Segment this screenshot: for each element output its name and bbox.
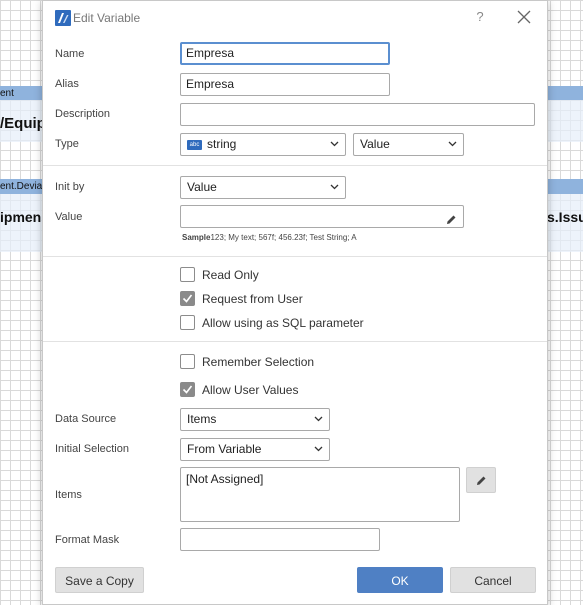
string-type-icon: abc [187,139,202,150]
save-a-copy-button[interactable]: Save a Copy [55,567,144,593]
background-fragment-5: s.Issu [547,209,583,225]
alias-field[interactable]: Empresa [180,73,390,96]
initial-selection-label: Initial Selection [55,443,129,455]
background-fragment-1: ent [0,88,14,99]
value-label: Value [55,211,83,223]
app-logo-icon [55,10,71,26]
section-divider [43,256,547,257]
sample-bold-label: Sample [182,233,211,242]
request-from-user-checkbox[interactable] [180,291,195,306]
read-only-label: Read Only [202,268,259,282]
background-fragment-3: ent.Devia [0,181,43,192]
dialog-title: Edit Variable [73,11,141,25]
section-divider [43,341,547,342]
type-mode-select[interactable]: Value [353,133,464,156]
checkmark-icon [182,294,193,303]
ok-button[interactable]: OK [357,567,443,593]
chevron-down-icon [314,416,323,422]
remember-selection-option[interactable]: Remember Selection [180,353,380,371]
format-mask-label: Format Mask [55,534,120,546]
close-icon[interactable] [515,8,533,26]
description-field[interactable] [180,103,535,126]
remember-selection-checkbox[interactable] [180,354,195,369]
read-only-checkbox[interactable] [180,267,195,282]
type-mode-value: Value [360,137,390,151]
name-field[interactable]: Empresa [180,42,390,65]
format-mask-field[interactable] [180,528,380,551]
init-by-select[interactable]: Value [180,176,346,199]
value-field[interactable] [180,205,464,228]
chevron-down-icon [330,184,339,190]
cancel-button[interactable]: Cancel [450,567,536,593]
init-by-value: Value [187,180,217,194]
allow-sql-parameter-option[interactable]: Allow using as SQL parameter [180,314,420,332]
remember-selection-label: Remember Selection [202,355,315,369]
initial-selection-value: From Variable [187,442,262,456]
items-field[interactable]: [Not Assigned] [180,467,460,522]
edit-items-button[interactable] [466,467,496,493]
pencil-icon [476,475,487,486]
items-label: Items [55,489,82,501]
chevron-down-icon [330,141,339,147]
data-source-value: Items [187,412,217,426]
allow-user-values-option[interactable]: Allow User Values [180,381,380,399]
init-by-label: Init by [55,181,85,193]
type-select-value: string [207,137,237,151]
chevron-down-icon [314,446,323,452]
edit-variable-dialog: Edit Variable ? Name Empresa Alias Empre… [42,0,548,605]
name-label: Name [55,48,85,60]
alias-label: Alias [55,78,79,90]
allow-sql-parameter-label: Allow using as SQL parameter [202,316,364,330]
help-icon[interactable]: ? [471,8,489,26]
type-select[interactable]: abc string [180,133,346,156]
allow-user-values-checkbox[interactable] [180,382,195,397]
section-divider [43,165,547,166]
pencil-icon[interactable] [446,211,457,224]
read-only-option[interactable]: Read Only [180,266,380,284]
description-label: Description [55,108,111,120]
chevron-down-icon [448,141,457,147]
allow-user-values-label: Allow User Values [202,383,299,397]
allow-sql-parameter-checkbox[interactable] [180,315,195,330]
type-label: Type [55,138,79,150]
background-fragment-4: ipmen [0,209,42,225]
data-source-select[interactable]: Items [180,408,330,431]
value-sample-hint: Sample123; My text; 567f; 456.23f; Test … [182,233,357,242]
sample-values: 123; My text; 567f; 456.23f; Test String… [210,233,357,242]
request-from-user-option[interactable]: Request from User [180,290,380,308]
initial-selection-select[interactable]: From Variable [180,438,330,461]
data-source-label: Data Source [55,413,117,425]
title-bar[interactable]: Edit Variable ? [43,1,547,35]
request-from-user-label: Request from User [202,292,303,306]
checkmark-icon [182,385,193,394]
